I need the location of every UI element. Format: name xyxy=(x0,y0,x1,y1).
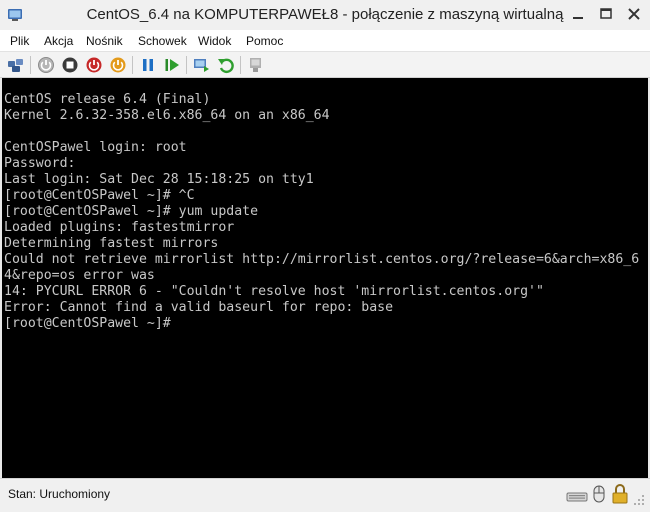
pause-icon[interactable] xyxy=(138,55,158,75)
console-line: [root@CentOSPawel ~]# xyxy=(4,316,171,331)
console-line: CentOSPawel login: root xyxy=(4,140,187,155)
toolbar xyxy=(0,52,650,78)
menu-item-schowek[interactable]: Schowek xyxy=(138,34,187,48)
vm-console-screen[interactable]: CentOS release 6.4 (Final) Kernel 2.6.32… xyxy=(2,78,648,478)
resize-grip-icon[interactable] xyxy=(632,493,646,507)
toolbar-separator xyxy=(186,56,187,74)
resume-icon[interactable] xyxy=(162,55,182,75)
console-line: Last login: Sat Dec 28 15:18:25 on tty1 xyxy=(4,172,314,187)
turn-off-icon[interactable] xyxy=(60,55,80,75)
maximize-icon[interactable] xyxy=(593,4,619,24)
menu-item-widok[interactable]: Widok xyxy=(198,34,231,48)
menu-item-nosnik[interactable]: Nośnik xyxy=(86,34,123,48)
console-line: 14: PYCURL ERROR 6 - "Couldn't resolve h… xyxy=(4,284,544,299)
menu-item-akcja[interactable]: Akcja xyxy=(44,34,73,48)
console-line: [root@CentOSPawel ~]# ^C xyxy=(4,188,195,203)
toolbar-separator xyxy=(240,56,241,74)
console-line: CentOS release 6.4 (Final) xyxy=(4,92,211,107)
revert-icon[interactable] xyxy=(216,55,236,75)
console-line: Kernel 2.6.32-358.el6.x86_64 on an x86_6… xyxy=(4,108,330,123)
start-icon[interactable] xyxy=(36,55,56,75)
console-line: Loaded plugins: fastestmirror xyxy=(4,220,235,235)
keyboard-icon xyxy=(566,492,588,502)
menu-item-plik[interactable]: Plik xyxy=(10,34,29,48)
console-line: Could not retrieve mirrorlist http://mir… xyxy=(4,252,640,267)
console-line: Determining fastest mirrors xyxy=(4,236,219,251)
minimize-icon[interactable] xyxy=(565,4,591,24)
status-bar: Stan: Uruchomiony xyxy=(0,478,650,512)
title-bar[interactable]: CentOS_6.4 na KOMPUTERPAWEŁ8 - połączeni… xyxy=(0,0,650,30)
console-line: [root@CentOSPawel ~]# yum update xyxy=(4,204,259,219)
toolbar-separator xyxy=(132,56,133,74)
menu-item-pomoc[interactable]: Pomoc xyxy=(246,34,283,48)
close-icon[interactable] xyxy=(621,4,647,24)
vm-state-text: Stan: Uruchomiony xyxy=(8,487,111,501)
snapshot-icon[interactable] xyxy=(192,55,212,75)
shut-down-icon[interactable] xyxy=(84,55,104,75)
enhanced-session-icon[interactable] xyxy=(246,55,266,75)
console-line: Password: xyxy=(4,156,76,171)
toolbar-separator xyxy=(30,56,31,74)
console-line: 4&repo=os error was xyxy=(4,268,155,283)
window-title: CentOS_6.4 na KOMPUTERPAWEŁ8 - połączeni… xyxy=(86,6,564,23)
mouse-icon xyxy=(593,485,605,503)
lock-icon xyxy=(612,484,628,504)
menu-bar: Plik Akcja Nośnik Schowek Widok Pomoc xyxy=(0,30,650,52)
ctrl-alt-del-icon[interactable] xyxy=(6,55,26,75)
vm-connection-window: CentOS_6.4 na KOMPUTERPAWEŁ8 - połączeni… xyxy=(0,0,650,512)
console-line: Error: Cannot find a valid baseurl for r… xyxy=(4,300,394,315)
power-icon[interactable] xyxy=(108,55,128,75)
